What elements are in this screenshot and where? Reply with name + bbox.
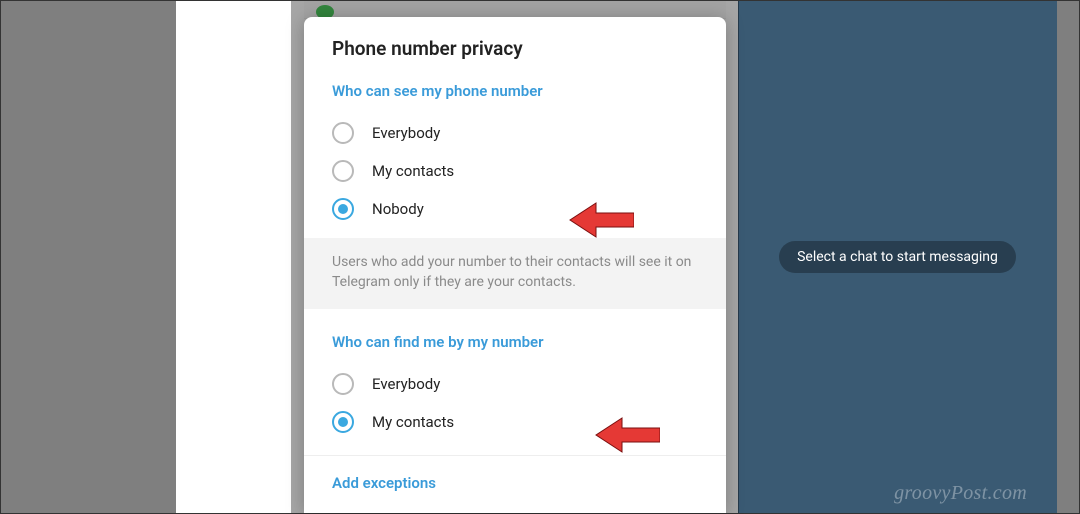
watermark: groovyPost.com (894, 482, 1027, 505)
option-label: Everybody (372, 375, 440, 393)
screenshot-gutter-right (1057, 1, 1079, 513)
radio-icon (332, 373, 354, 395)
option-see-everybody[interactable]: Everybody (304, 114, 726, 152)
option-see-mycontacts[interactable]: My contacts (304, 152, 726, 190)
option-find-everybody[interactable]: Everybody (304, 365, 726, 403)
privacy-modal: Phone number privacy Who can see my phon… (304, 17, 726, 513)
privacy-hint: Users who add your number to their conta… (304, 238, 726, 309)
option-see-nobody[interactable]: Nobody (304, 190, 726, 228)
option-label: My contacts (372, 162, 454, 180)
telegram-app: Phone number privacy Who can see my phon… (176, 1, 1057, 513)
radio-icon (332, 160, 354, 182)
option-label: My contacts (372, 413, 454, 431)
section-who-can-see-header: Who can see my phone number (304, 78, 726, 114)
option-find-mycontacts[interactable]: My contacts (304, 403, 726, 441)
modal-title: Phone number privacy (304, 17, 726, 78)
screenshot-gutter-left (1, 1, 176, 513)
add-exceptions-link[interactable]: Add exceptions (304, 456, 726, 500)
option-label: Nobody (372, 200, 424, 218)
radio-icon (332, 122, 354, 144)
radio-selected-icon (332, 198, 354, 220)
section-who-can-find-header: Who can find me by my number (304, 329, 726, 365)
chat-area: Select a chat to start messaging (738, 1, 1057, 513)
radio-selected-icon (332, 411, 354, 433)
option-label: Everybody (372, 124, 440, 142)
empty-chat-badge: Select a chat to start messaging (779, 241, 1016, 273)
chat-list-panel: Phone number privacy Who can see my phon… (176, 1, 738, 513)
